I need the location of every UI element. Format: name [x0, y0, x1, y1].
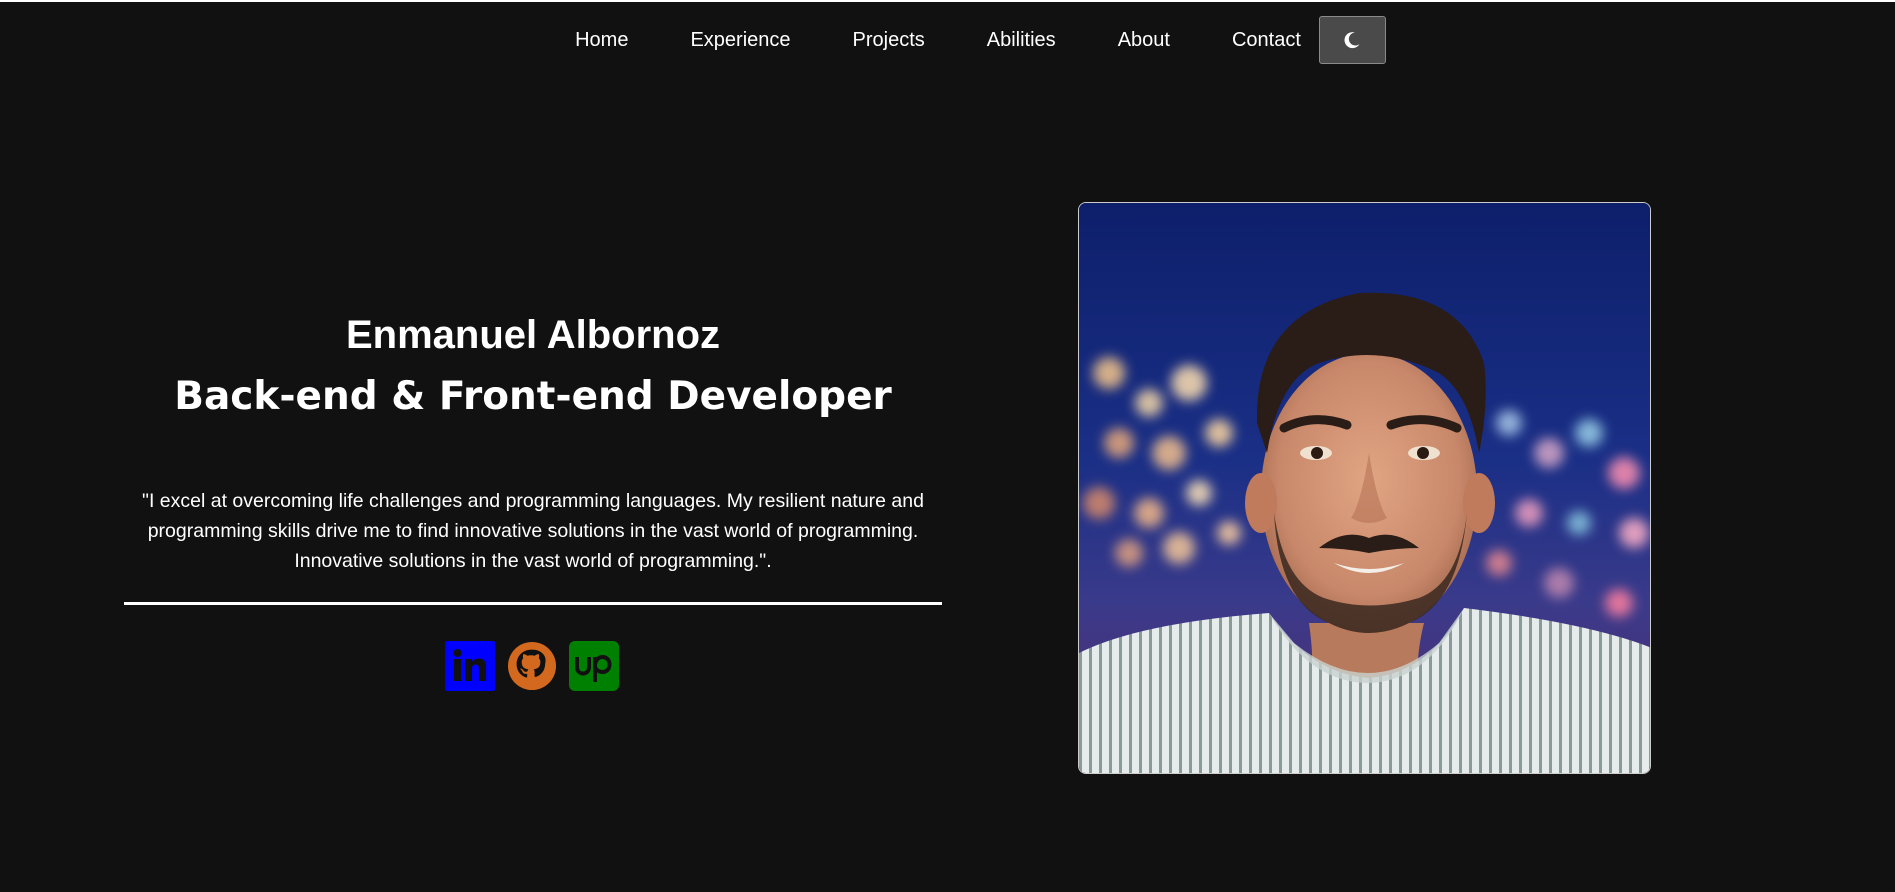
nav-link-contact[interactable]: Contact	[1201, 15, 1319, 65]
divider	[124, 602, 942, 605]
linkedin-link[interactable]	[445, 641, 495, 691]
page: Home Experience Projects Abilities About…	[0, 0, 1895, 892]
nav-list: Home Experience Projects Abilities About…	[544, 15, 1386, 65]
profile-photo	[1078, 202, 1651, 774]
nav-link-abilities[interactable]: Abilities	[956, 15, 1087, 65]
nav-link-about[interactable]: About	[1087, 15, 1201, 65]
top-nav: Home Experience Projects Abilities About…	[0, 15, 1895, 65]
nav-link-home[interactable]: Home	[544, 15, 659, 65]
moon-icon	[1344, 32, 1360, 49]
nav-link-projects[interactable]: Projects	[822, 15, 956, 65]
github-link[interactable]	[507, 641, 557, 691]
upwork-link[interactable]	[569, 641, 619, 691]
theme-toggle-button[interactable]	[1318, 16, 1386, 64]
upwork-icon	[575, 654, 612, 682]
github-icon	[507, 641, 557, 691]
hero-name: Enmanuel Albornoz	[345, 313, 721, 357]
social-links	[124, 641, 942, 691]
hero-intro: Enmanuel Albornoz Back-end & Front-end D…	[124, 302, 942, 691]
nav-link-experience[interactable]: Experience	[659, 15, 821, 65]
hero-quote: "I excel at overcoming life challenges a…	[142, 490, 924, 572]
hero-role: Back-end & Front-end Developer	[174, 374, 892, 419]
linkedin-icon	[453, 649, 486, 681]
